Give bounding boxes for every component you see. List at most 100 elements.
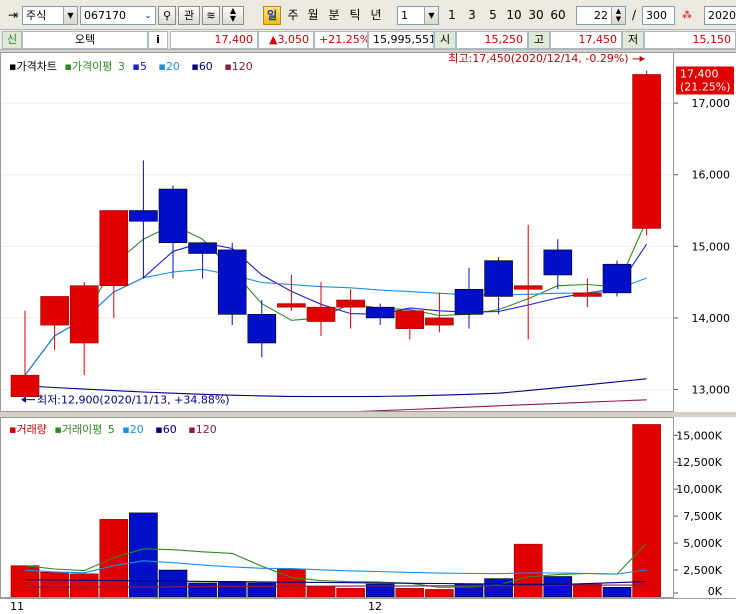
tab-day[interactable]: 일 [263, 6, 281, 25]
tab-week[interactable]: 주 [284, 6, 302, 25]
relation-button-label: 관 [183, 9, 195, 22]
panel-toggle-icon[interactable]: ⇥ [6, 6, 20, 25]
candle-body [188, 242, 217, 254]
stock-name-label: 오텍 [74, 33, 96, 46]
low-annotation: 최저:12,900(2020/11/13, +34.88%) [37, 394, 230, 407]
quick-period-label: 5 [489, 8, 497, 22]
stock-code-value: 067170 [84, 9, 126, 22]
tab-month[interactable]: 월 [304, 6, 322, 25]
chevron-down-icon[interactable]: ▼ [63, 7, 77, 24]
volume-bar [336, 588, 365, 597]
price-y-axis-svg: 17,000 16,000 15,000 14,000 13,000 17,400(21.… [674, 66, 734, 397]
volume-chart-panel[interactable]: ▪거래량 ▪거래이평 5 ▪20 ▪60 ▪120 [0, 417, 674, 598]
quick-period-label: 10 [506, 8, 522, 22]
chart-toolbar: ⇥ 주식 ▼ 067170 ⌄ ⚲ 관 ≋ ▲ ▼ 일 주 월 분 틱 년 1 ▼… [0, 0, 736, 30]
candle-body [99, 210, 129, 287]
volume-bar [425, 589, 454, 597]
volume-bar [306, 585, 336, 597]
price-change-pct-value: +21.25% [319, 33, 368, 46]
date-value: 2020/ [708, 9, 736, 22]
quick-period-30[interactable]: 30 [526, 6, 546, 25]
candle-body [543, 249, 573, 276]
search-icon: ⚲ [162, 9, 172, 22]
open-label: 시 [434, 31, 456, 49]
total-value: 300 [646, 9, 667, 22]
market-select[interactable]: 주식 ▼ [22, 6, 78, 25]
total-input[interactable]: 300 [642, 6, 675, 25]
volume-y-tick-label: 12,500K [676, 456, 722, 469]
date-input[interactable]: 2020/ [704, 6, 736, 25]
candle-body [277, 303, 306, 308]
last-price-badge-pct: (21.25%) [680, 80, 731, 93]
low-label: 저 [622, 31, 644, 49]
current-price-value: 17,400 [214, 33, 254, 46]
candle-body [513, 285, 543, 290]
spinner-icon: ▲ ▼ [229, 6, 237, 23]
candle-body [365, 306, 395, 319]
candle-body [454, 288, 484, 315]
info-icon: i [156, 33, 160, 46]
candlestick-chart[interactable]: 최고:17,450(2020/12/14, -0.29%) 최저:12,900(2… [1, 53, 673, 411]
volume-bar [543, 576, 573, 597]
stock-code-input[interactable]: 067170 ⌄ [80, 6, 156, 25]
quick-period-label: 30 [528, 8, 544, 22]
chevron-down-icon[interactable]: ▼ [424, 7, 438, 24]
count-value: 22 [594, 9, 608, 22]
current-price: 17,400 [170, 31, 258, 49]
updown-spinner[interactable]: ▲ ▼ [222, 6, 244, 25]
candle-body [632, 74, 661, 229]
quote-bar: 신 오텍 i 17,400 ▲3,050 +21.25% 15,995,551 … [0, 30, 736, 50]
trade-volume-value: 15,995,551 [373, 33, 434, 46]
credit-badge-label: 신 [6, 33, 18, 46]
candle-body [602, 263, 632, 294]
price-y-axis: 17,000 16,000 15,000 14,000 13,000 17,400 (21.… [674, 52, 736, 412]
price-change: ▲3,050 [258, 31, 314, 49]
price-change-pct: +21.25% [314, 31, 368, 49]
grid-settings-icon[interactable]: ⁂ [678, 6, 696, 25]
price-change-value: ▲3,050 [269, 33, 309, 46]
volume-y-tick-label: 7,500K [683, 510, 722, 523]
credit-badge: 신 [2, 31, 22, 49]
count-separator: / [629, 6, 639, 25]
volume-y-tick-label: 15,000K [676, 429, 722, 442]
price-chart-panel[interactable]: ▪가격차트 ▪가격이평 3 ▪5 ▪20 ▪60 ▪120 최고:17,450(… [0, 52, 674, 412]
tab-label: 분 [328, 8, 340, 22]
count-input[interactable]: 22 ▲ ▼ [576, 6, 626, 25]
candle-body [336, 299, 365, 308]
quick-period-1[interactable]: 1 [444, 6, 460, 25]
quick-period-5[interactable]: 5 [485, 6, 501, 25]
chevron-down-icon[interactable]: ⌄ [141, 7, 155, 24]
volume-bar [69, 573, 99, 597]
info-button[interactable]: i [148, 31, 168, 49]
stack-button[interactable]: ≋ [202, 6, 220, 25]
tab-minute[interactable]: 분 [325, 6, 343, 25]
tab-tick[interactable]: 틱 [346, 6, 364, 25]
quick-period-60[interactable]: 60 [548, 6, 568, 25]
candle-body [129, 210, 158, 222]
trade-volume: 15,995,551 [368, 31, 434, 49]
volume-bar [188, 582, 217, 597]
open-label-text: 시 [439, 33, 451, 46]
spinner-icon[interactable]: ▲ ▼ [611, 7, 625, 24]
price-y-tick-label: 13,000 [692, 384, 731, 397]
quick-period-10[interactable]: 10 [504, 6, 524, 25]
volume-bar [484, 578, 513, 597]
high-price-value: 17,450 [578, 33, 618, 46]
quick-period-3[interactable]: 3 [464, 6, 480, 25]
volume-y-tick-label: 0K [708, 585, 723, 598]
volume-bar [40, 571, 69, 597]
search-button[interactable]: ⚲ [158, 6, 176, 25]
high-label-text: 고 [533, 33, 545, 46]
low-price-value: 15,150 [692, 33, 732, 46]
last-price-badge-value: 17,400 [680, 67, 719, 80]
candle-body [425, 317, 454, 326]
x-label-12: 12 [368, 600, 382, 613]
candle-body [395, 310, 425, 329]
relation-button[interactable]: 관 [178, 6, 200, 25]
unit-select[interactable]: 1 ▼ [397, 6, 439, 25]
volume-bar-chart[interactable] [1, 418, 673, 597]
tab-label: 년 [370, 8, 382, 22]
date-x-axis: 11 12 [0, 598, 736, 614]
high-annotation: 최고:17,450(2020/12/14, -0.29%) [448, 53, 628, 65]
tab-year[interactable]: 년 [367, 6, 385, 25]
